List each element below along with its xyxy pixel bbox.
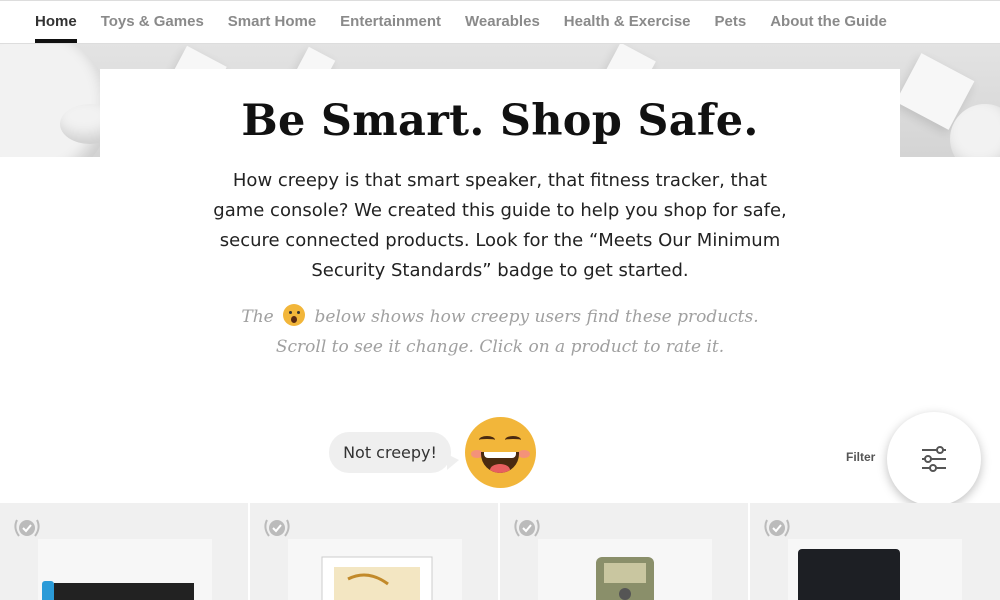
nav-item-health-exercise[interactable]: Health & Exercise <box>564 1 691 43</box>
nav-item-pets[interactable]: Pets <box>715 1 747 43</box>
product-image <box>788 539 962 600</box>
page-title: Be Smart. Shop Safe. <box>241 96 759 146</box>
creepiness-hint: The below shows how creepy users find th… <box>215 302 785 362</box>
hint-text-before: The <box>241 307 274 327</box>
product-image <box>38 539 212 600</box>
intro-text: How creepy is that smart speaker, that f… <box>213 170 787 281</box>
nav-item-toys-games[interactable]: Toys & Games <box>101 1 204 43</box>
product-grid <box>0 503 1000 600</box>
creepiness-label-bubble: Not creepy! <box>329 432 459 473</box>
filter-label[interactable]: Filter <box>846 450 875 464</box>
nav-item-about[interactable]: About the Guide <box>770 1 887 43</box>
shocked-face-icon <box>283 304 306 326</box>
product-card[interactable] <box>250 503 500 600</box>
minimum-security-badge-icon <box>764 519 790 537</box>
nav-item-smart-home[interactable]: Smart Home <box>228 1 316 43</box>
nav-item-wearables[interactable]: Wearables <box>465 1 540 43</box>
sliders-icon <box>922 446 946 472</box>
minimum-security-badge-icon <box>264 519 290 537</box>
minimum-security-badge-icon <box>514 519 540 537</box>
filter-button[interactable] <box>887 412 981 506</box>
minimum-security-badge-icon <box>14 519 40 537</box>
nav-item-home[interactable]: Home <box>35 1 77 43</box>
product-card[interactable] <box>0 503 250 600</box>
grinning-face-icon <box>465 417 536 488</box>
product-card[interactable] <box>500 503 750 600</box>
product-image <box>288 539 462 600</box>
product-image <box>538 539 712 600</box>
product-card[interactable] <box>750 503 1000 600</box>
main-nav: Home Toys & Games Smart Home Entertainme… <box>0 0 1000 44</box>
hint-text-after: below shows how creepy users find these … <box>275 307 759 357</box>
nav-item-entertainment[interactable]: Entertainment <box>340 1 441 43</box>
